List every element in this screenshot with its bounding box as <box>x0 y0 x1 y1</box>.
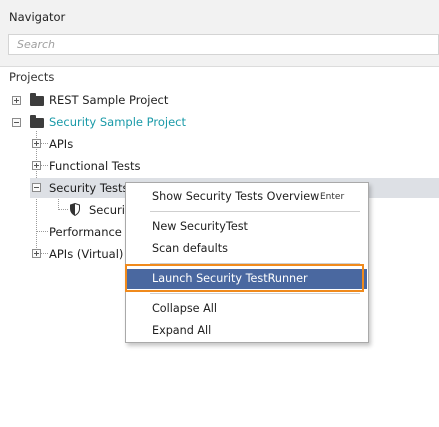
tree-item-label: APIs (Virtual) <box>49 247 124 261</box>
menu-item-launch-security-testrunner[interactable]: Launch Security TestRunner <box>127 269 367 289</box>
menu-item-label: New SecurityTest <box>152 220 248 233</box>
search-input[interactable] <box>17 37 417 52</box>
projects-label: Projects <box>9 70 55 84</box>
context-menu: Show Security Tests Overview Enter New S… <box>125 182 369 343</box>
menu-item-show-security-tests-overview[interactable]: Show Security Tests Overview Enter <box>127 187 367 207</box>
menu-item-label: Expand All <box>152 324 212 337</box>
tree-item-label: REST Sample Project <box>49 93 169 107</box>
folder-icon <box>30 93 44 106</box>
menu-item-shortcut: Enter <box>320 192 345 202</box>
menu-item-label: Scan defaults <box>152 242 228 255</box>
tree-item-functional-tests[interactable]: Functional Tests <box>0 156 439 176</box>
tree-item-performance-tests[interactable]: Performance T <box>0 222 133 242</box>
navigator-title: Navigator <box>9 10 66 24</box>
tree-item-apis-virtual[interactable]: APIs (Virtual) <box>0 244 125 264</box>
tree-item-label: Functional Tests <box>49 159 141 173</box>
tree-item-security-sample-project[interactable]: Security Sample Project <box>0 112 439 132</box>
expand-icon[interactable] <box>12 96 21 105</box>
tree-item-security-test-child[interactable]: Securit <box>0 200 129 220</box>
menu-item-expand-all[interactable]: Expand All <box>127 321 367 341</box>
expand-icon[interactable] <box>32 139 41 148</box>
menu-item-scan-defaults[interactable]: Scan defaults <box>127 239 367 259</box>
tree-item-label: Performance T <box>49 225 133 239</box>
menu-separator <box>150 211 360 212</box>
collapse-icon[interactable] <box>32 183 41 192</box>
shield-icon <box>70 203 80 216</box>
collapse-icon[interactable] <box>12 118 21 127</box>
tree-item-label: Security Tests <box>49 181 129 195</box>
menu-item-new-securitytest[interactable]: New SecurityTest <box>127 217 367 237</box>
menu-item-label: Launch Security TestRunner <box>152 272 308 285</box>
tree-item-rest-sample-project[interactable]: REST Sample Project <box>0 90 439 110</box>
menu-separator <box>150 263 360 264</box>
folder-icon <box>30 115 44 128</box>
expand-icon[interactable] <box>32 249 41 258</box>
menu-item-label: Show Security Tests Overview <box>152 190 320 203</box>
tree-item-label: APIs <box>49 137 74 151</box>
navigator-header: Navigator <box>0 0 439 67</box>
menu-separator <box>150 293 360 294</box>
menu-item-label: Collapse All <box>152 302 217 315</box>
expand-icon[interactable] <box>32 161 41 170</box>
menu-item-collapse-all[interactable]: Collapse All <box>127 299 367 319</box>
search-box[interactable] <box>8 34 439 55</box>
tree-item-label: Security Sample Project <box>49 115 187 129</box>
tree-item-apis[interactable]: APIs <box>0 134 439 154</box>
tree-item-label: Securit <box>89 203 130 217</box>
